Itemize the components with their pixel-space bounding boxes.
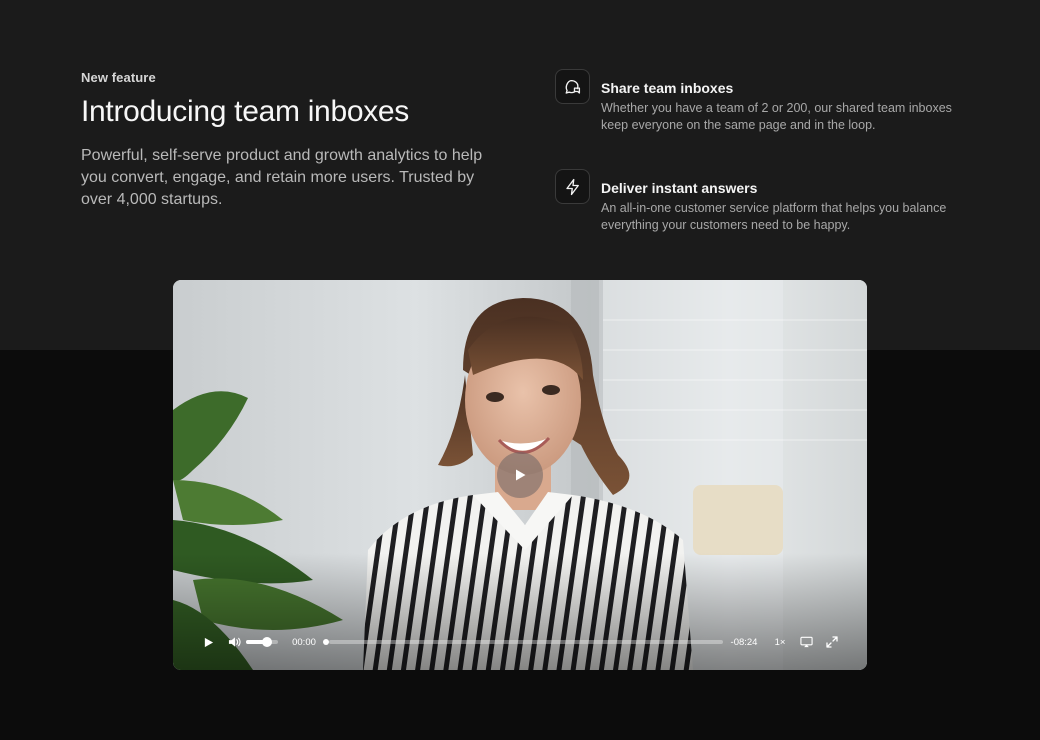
playback-speed-button[interactable]: 1× bbox=[771, 630, 789, 654]
fullscreen-button[interactable] bbox=[821, 630, 843, 654]
airplay-icon bbox=[799, 636, 813, 648]
message-chat-icon bbox=[555, 69, 590, 104]
play-overlay-button[interactable] bbox=[497, 452, 543, 498]
volume-button[interactable] bbox=[223, 630, 245, 654]
feature-list: Share team inboxes Whether you have a te… bbox=[555, 69, 955, 269]
volume-slider-thumb[interactable] bbox=[261, 637, 272, 647]
video-controls: 00:00 -08:24 1× bbox=[173, 630, 867, 654]
seek-bar[interactable] bbox=[329, 640, 723, 644]
feature-description: An all-in-one customer service platform … bbox=[601, 201, 947, 232]
play-button[interactable] bbox=[197, 630, 219, 654]
feature-title: Share team inboxes bbox=[601, 80, 734, 96]
feature-title: Deliver instant answers bbox=[601, 180, 758, 196]
current-time: 00:00 bbox=[292, 636, 316, 648]
volume-icon bbox=[228, 637, 241, 647]
intro-description: Powerful, self-serve product and growth … bbox=[81, 147, 483, 208]
remaining-time: -08:24 bbox=[730, 636, 758, 648]
feature-description: Whether you have a team of 2 or 200, our… bbox=[601, 101, 952, 132]
page-title: Introducing team inboxes bbox=[81, 95, 410, 128]
feature-item-share-inboxes: Share team inboxes Whether you have a te… bbox=[555, 69, 955, 169]
eyebrow-label: New feature bbox=[81, 70, 156, 85]
lightning-bolt-icon bbox=[555, 169, 590, 204]
intro-section: New feature Introducing team inboxes Pow… bbox=[81, 70, 501, 211]
fullscreen-icon bbox=[826, 636, 838, 648]
page: New feature Introducing team inboxes Pow… bbox=[0, 0, 1040, 740]
play-icon bbox=[516, 469, 526, 481]
feature-item-instant-answers: Deliver instant answers An all-in-one cu… bbox=[555, 169, 955, 269]
airplay-button[interactable] bbox=[795, 630, 817, 654]
play-icon bbox=[204, 637, 213, 647]
